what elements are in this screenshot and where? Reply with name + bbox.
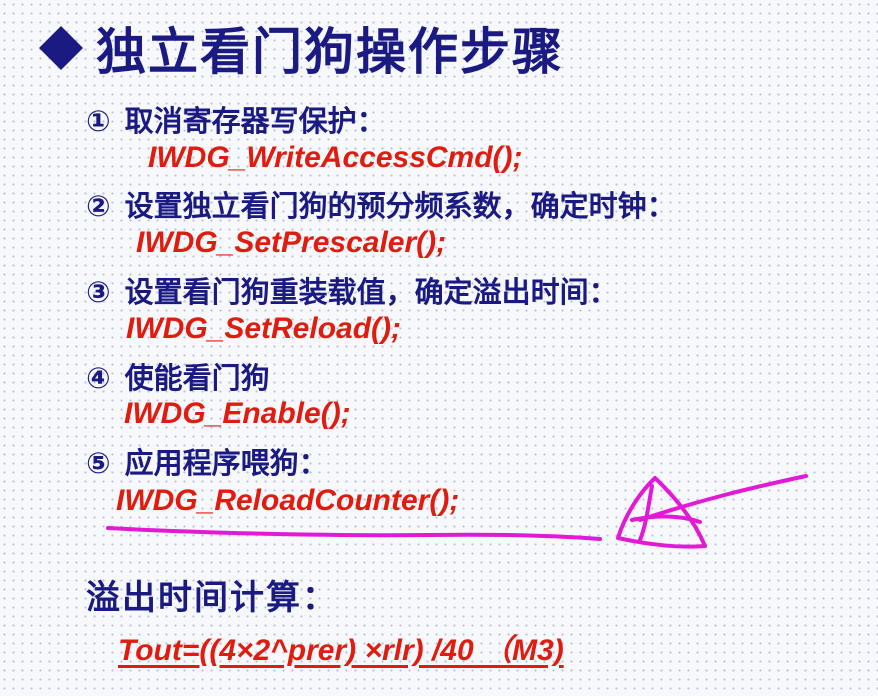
step-1-code: IWDG_WriteAccessCmd(); [148, 141, 523, 174]
step-1-number: ① [86, 104, 111, 138]
step-5-line: ⑤ 应用程序喂狗： [86, 440, 328, 482]
step-5-label: 应用程序喂狗： [124, 446, 328, 480]
step-2-line: ② 设置独立看门狗的预分频系数，确定时钟： [86, 183, 676, 225]
step-3-code: IWDG_SetReload(); [126, 312, 402, 345]
step-4-code: IWDG_Enable(); [124, 397, 351, 430]
step-2-number: ② [86, 189, 111, 223]
page-title: 独立看门狗操作步骤 [96, 23, 564, 81]
calc-title: 溢出时间计算： [86, 578, 338, 618]
step-3-number: ③ [86, 275, 111, 309]
step-5-code: IWDG_ReloadCounter(); [116, 484, 460, 517]
slide: 独立看门狗操作步骤 ① 取消寄存器写保护： IWDG_WriteAccessCmd… [0, 0, 878, 696]
step-4-label: 使能看门狗 [124, 361, 270, 395]
step-4-number: ④ [86, 361, 111, 395]
step-1-label: 取消寄存器写保护： [124, 104, 386, 138]
step-3-label: 设置看门狗重装载值，确定溢出时间： [124, 275, 618, 309]
step-3-line: ③ 设置看门狗重装载值，确定溢出时间： [86, 269, 618, 311]
timeout-formula: Tout=((4×2^prer) ×rlr) /40 （M3) [118, 634, 564, 667]
step-1-line: ① 取消寄存器写保护： [86, 98, 386, 140]
step-2-label: 设置独立看门狗的预分频系数，确定时钟： [124, 189, 676, 223]
annotation-underline [106, 526, 602, 541]
step-4-line: ④ 使能看门狗 [86, 355, 270, 397]
step-2-code: IWDG_SetPrescaler(); [136, 226, 447, 259]
annotation-arrow-shaft [638, 474, 808, 522]
annotation-arrowhead [616, 476, 707, 549]
diamond-bullet-icon [39, 26, 83, 70]
step-5-number: ⑤ [86, 446, 111, 480]
title-row: 独立看门狗操作步骤 [38, 12, 564, 84]
